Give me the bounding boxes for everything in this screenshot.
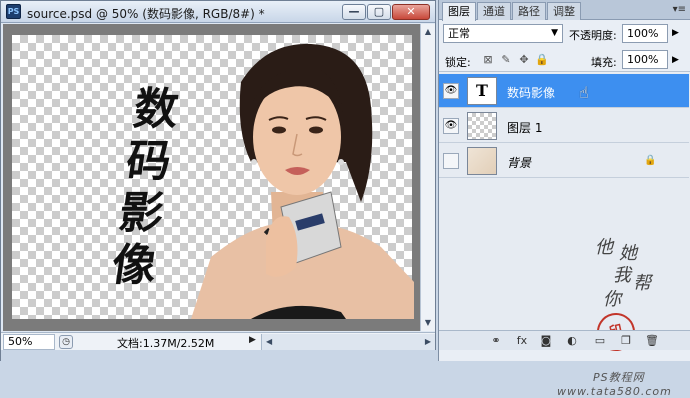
- tab-layers[interactable]: 图层: [442, 2, 476, 21]
- workspace-strip: [1, 350, 437, 362]
- chevron-down-icon: ▼: [551, 28, 558, 38]
- opacity-field[interactable]: 100%: [622, 24, 668, 43]
- blend-mode-value: 正常: [448, 27, 470, 40]
- link-layers-icon[interactable]: ⚭: [489, 334, 503, 348]
- zoom-level-field[interactable]: 50%: [3, 334, 55, 350]
- vertical-scrollbar[interactable]: ▲ ▼: [420, 24, 435, 331]
- blend-mode-select[interactable]: 正常 ▼: [443, 24, 563, 43]
- horizontal-scrollbar[interactable]: ◀ ▶: [261, 334, 435, 350]
- document-window: PS source.psd @ 50% (数码影像, RGB/8#) * — ▢…: [0, 0, 437, 362]
- lock-position-icon[interactable]: ✥: [517, 53, 531, 67]
- new-layer-icon[interactable]: ❐: [619, 334, 633, 348]
- layers-list: 👁 T 数码影像 ☝ 👁 图层 1 背景 🔒 他 她 我 帮 你 印 PS教程网…: [439, 73, 690, 398]
- canvas-photo-layer: [171, 42, 414, 319]
- layer-name: 背景: [507, 156, 532, 170]
- close-icon: ✕: [406, 5, 416, 18]
- opacity-label: 不透明度:: [569, 29, 617, 42]
- watermark-char: 我: [613, 265, 631, 286]
- tab-paths[interactable]: 路径: [512, 2, 546, 20]
- scroll-left-icon[interactable]: ◀: [266, 334, 272, 350]
- tab-channels[interactable]: 通道: [477, 2, 511, 20]
- fill-label: 填充:: [591, 56, 617, 69]
- status-info-icon[interactable]: ◷: [59, 335, 73, 349]
- maximize-icon: ▢: [373, 5, 385, 18]
- layer-row-background[interactable]: 背景 🔒: [439, 144, 689, 178]
- lock-label: 锁定:: [445, 56, 471, 69]
- text-layer-thumbnail: T: [467, 77, 497, 105]
- panel-bottom-toolbar: ⚭ fx ◙ ◐ ▭ ❐ 🗑: [439, 330, 690, 350]
- pixel-layer-thumbnail: [467, 112, 497, 140]
- watermark-char: 帮: [633, 273, 651, 294]
- lock-pixels-icon[interactable]: ✎: [499, 53, 513, 67]
- pointer-cursor-icon: ☝: [579, 83, 589, 102]
- minimize-icon: —: [348, 5, 360, 18]
- scroll-up-icon[interactable]: ▲: [422, 25, 434, 39]
- fill-dropdown-icon[interactable]: ▶: [672, 55, 679, 65]
- lock-all-icon[interactable]: 🔒: [535, 53, 549, 67]
- document-size-info: 文档:1.37M/2.52M: [117, 337, 215, 350]
- watermark-char: 你: [603, 289, 621, 310]
- layer-name: 图层 1: [507, 121, 543, 135]
- blend-row: 正常 ▼ 不透明度: 100% ▶: [439, 21, 690, 47]
- lock-icon: 🔒: [644, 155, 657, 166]
- watermark-url: www.tata580.com: [557, 385, 672, 398]
- scroll-right-icon[interactable]: ▶: [425, 334, 431, 350]
- new-group-icon[interactable]: ▭: [593, 334, 607, 348]
- layer-row-layer1[interactable]: 👁 图层 1: [439, 109, 689, 143]
- document-titlebar[interactable]: PS source.psd @ 50% (数码影像, RGB/8#) * — ▢…: [1, 1, 435, 23]
- watermark-brand: PS教程网: [593, 371, 645, 384]
- panel-tabbar: 图层 通道 路径 调整 ▾≡: [439, 0, 690, 21]
- canvas-area[interactable]: 数码影像: [3, 24, 420, 331]
- panel-menu-icon[interactable]: ▾≡: [673, 4, 686, 15]
- background-layer-thumbnail: [467, 147, 497, 175]
- minimize-button[interactable]: —: [342, 4, 366, 20]
- fill-field[interactable]: 100%: [622, 50, 668, 69]
- layers-panel: 图层 通道 路径 调整 ▾≡ 正常 ▼ 不透明度: 100% ▶ 锁定: ⊠ ✎…: [438, 0, 690, 398]
- document-title: source.psd @ 50% (数码影像, RGB/8#) *: [27, 7, 265, 21]
- watermark-char: 他: [595, 237, 613, 258]
- status-menu-arrow-icon[interactable]: ▶: [249, 335, 256, 345]
- adjustment-layer-icon[interactable]: ◐: [565, 334, 579, 348]
- trash-icon[interactable]: 🗑: [645, 334, 659, 348]
- layer-name: 数码影像: [507, 86, 556, 100]
- status-bar: 50% ◷ 文档:1.37M/2.52M ▶ ◀ ▶: [1, 332, 435, 350]
- maximize-button[interactable]: ▢: [367, 4, 391, 20]
- add-mask-icon[interactable]: ◙: [539, 334, 553, 348]
- eye-icon[interactable]: 👁: [443, 118, 459, 134]
- tab-adjustments[interactable]: 调整: [547, 2, 581, 20]
- opacity-dropdown-icon[interactable]: ▶: [672, 28, 679, 38]
- lock-row: 锁定: ⊠ ✎ ✥ 🔒 填充: 100% ▶: [439, 48, 690, 72]
- lock-transparency-icon[interactable]: ⊠: [481, 53, 495, 67]
- eye-icon[interactable]: 👁: [443, 83, 459, 99]
- scroll-down-icon[interactable]: ▼: [422, 316, 434, 330]
- photoshop-app-icon: PS: [6, 4, 21, 19]
- layer-style-fx-icon[interactable]: fx: [515, 334, 529, 348]
- layer-row-text[interactable]: 👁 T 数码影像 ☝: [439, 74, 689, 108]
- visibility-toggle-off[interactable]: [443, 153, 459, 169]
- close-button[interactable]: ✕: [392, 4, 430, 20]
